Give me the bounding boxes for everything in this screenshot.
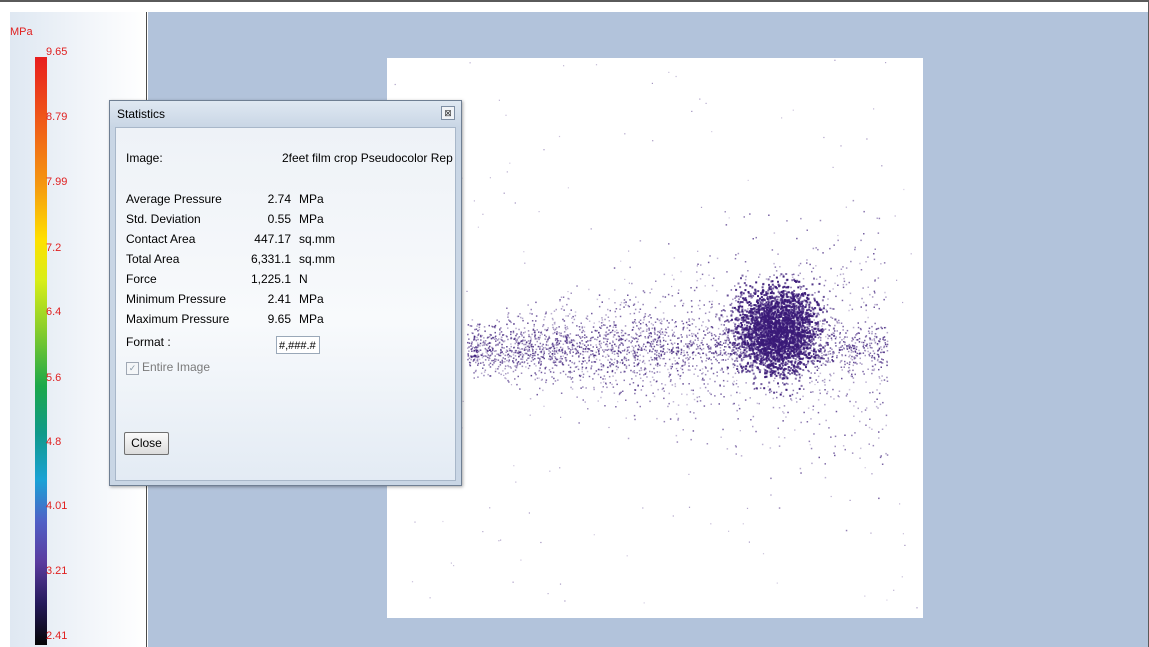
stat-unit-force: N [299,272,308,286]
stat-label-maximum-pressure: Maximum Pressure [126,312,230,326]
legend-unit-label: MPa [10,26,33,38]
close-icon[interactable]: ⊠ [441,106,455,120]
legend-tick: 7.2 [46,242,62,254]
dialog-body: Image: 2feet film crop Pseudocolor Rep A… [115,127,456,481]
image-label: Image: [126,151,163,165]
stat-unit-average-pressure: MPa [299,192,324,206]
legend-tick: 7.99 [46,176,68,188]
entire-image-label: Entire Image [142,360,211,374]
stat-value-maximum-pressure: 9.65 [267,312,291,326]
dialog-title: Statistics [117,107,166,121]
stat-label-force: Force [126,272,157,286]
legend-tick: 3.21 [46,565,68,577]
stat-unit-std-deviation: MPa [299,212,324,226]
stat-value-contact-area: 447.17 [254,232,291,246]
format-input[interactable]: #,###.# [276,336,320,354]
stat-unit-minimum-pressure: MPa [299,292,324,306]
stat-value-std-deviation: 0.55 [267,212,291,226]
legend-tick: 4.01 [46,500,68,512]
stat-value-total-area: 6,331.1 [250,252,291,266]
close-button[interactable]: Close [124,432,169,455]
legend-tick: 2.41 [46,630,68,642]
legend-tick: 8.79 [46,111,68,123]
pressure-film-scan [387,59,918,609]
stat-unit-total-area: sq.mm [299,252,335,266]
stat-label-contact-area: Contact Area [126,232,196,246]
format-label: Format : [126,335,171,349]
stat-unit-contact-area: sq.mm [299,232,335,246]
stat-label-minimum-pressure: Minimum Pressure [126,292,227,306]
entire-image-checkbox[interactable]: ✓ [126,362,139,375]
legend-tick: 4.8 [46,436,62,448]
stat-label-total-area: Total Area [126,252,180,266]
legend-tick: 6.4 [46,306,62,318]
pressure-film-image[interactable] [387,58,923,618]
stat-unit-maximum-pressure: MPa [299,312,324,326]
stat-value-minimum-pressure: 2.41 [267,292,291,306]
stat-value-average-pressure: 2.74 [267,192,291,206]
legend-tick: 5.6 [46,372,62,384]
legend-tick: 9.65 [46,46,68,58]
image-name-value: 2feet film crop Pseudocolor Rep [282,151,453,165]
statistics-dialog: Statistics ⊠ Image: 2feet film crop Pseu… [109,100,462,486]
stat-value-force: 1,225.1 [250,272,291,286]
pressure-colorbar [35,57,47,645]
dialog-titlebar[interactable]: Statistics ⊠ [110,101,461,127]
stat-label-average-pressure: Average Pressure [126,192,222,206]
stat-label-std-deviation: Std. Deviation [126,212,201,226]
